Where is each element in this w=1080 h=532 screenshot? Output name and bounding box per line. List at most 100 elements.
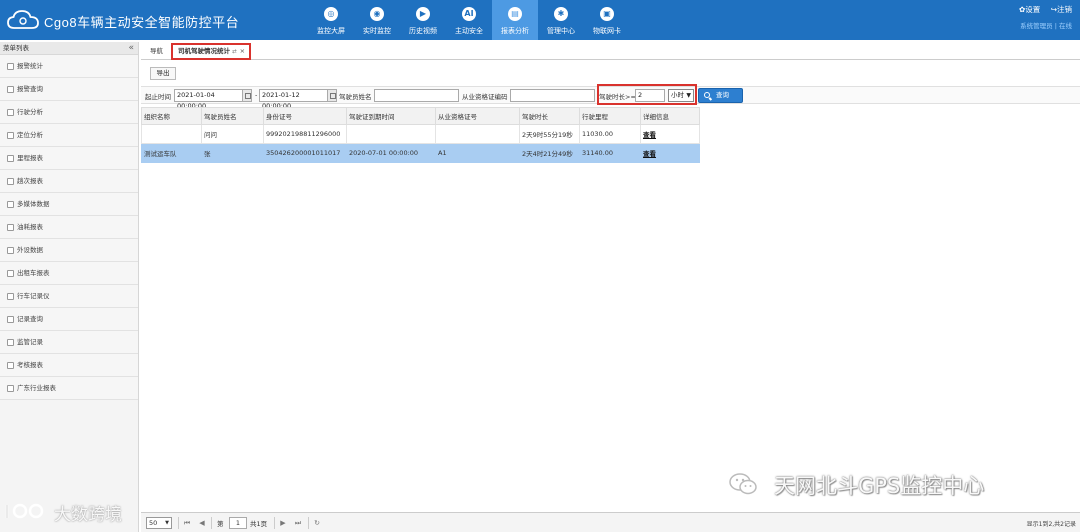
refresh-icon[interactable]: ⇄ xyxy=(232,49,237,55)
calendar-icon[interactable] xyxy=(327,89,337,102)
sidebar-item-location-analysis[interactable]: 定位分析 xyxy=(0,124,138,147)
cell-mileage: 31140.00 xyxy=(579,143,641,163)
sidebar-item-label: 定位分析 xyxy=(17,131,43,139)
export-button[interactable]: 导出 xyxy=(150,67,176,80)
nav-label: 主动安全 xyxy=(455,27,483,35)
tab-driver-stats[interactable]: 司机驾驶情况统计 ⇄ × xyxy=(171,43,252,60)
sidebar-item-guangdong-report[interactable]: 广东行业报表 xyxy=(0,377,138,400)
sidebar-item-multimedia[interactable]: 多媒体数据 xyxy=(0,193,138,216)
qualification-code-label: 从业资格证编码 xyxy=(462,93,508,101)
page-size-select[interactable]: 50 ▼ xyxy=(146,517,172,529)
sidebar-item-alarm-stats[interactable]: 报警统计 xyxy=(0,55,138,78)
nav-active-safety[interactable]: AI 主动安全 xyxy=(446,0,492,40)
play-video-icon: ▶ xyxy=(416,7,430,21)
prev-page-icon[interactable]: ◀ xyxy=(197,517,207,529)
nav-label: 管理中心 xyxy=(547,27,575,35)
nav-monitor-screen[interactable]: ◎ 监控大屏 xyxy=(308,0,354,40)
cell-qualification-no xyxy=(435,124,520,144)
cell-org xyxy=(141,124,202,144)
cell-mileage: 11030.00 xyxy=(579,124,641,144)
page-total: 共1页 xyxy=(250,520,268,528)
user-status[interactable]: 系统管理员 | 在线 xyxy=(1011,20,1072,30)
column-header[interactable]: 详细信息 xyxy=(640,107,700,125)
table-row[interactable]: 问问 999202198811296000 2天9时55分19秒 11030.0… xyxy=(141,124,700,144)
column-header[interactable]: 身份证号 xyxy=(263,107,347,125)
nav-realtime-monitor[interactable]: ◉ 实时监控 xyxy=(354,0,400,40)
last-page-icon[interactable]: ⏭ xyxy=(293,517,303,529)
sidebar-item-label: 行驶分析 xyxy=(17,108,43,116)
report-item-icon xyxy=(7,201,14,208)
table-row-selected[interactable]: 测试运车队 张 350426200001011017 2020-07-01 00… xyxy=(141,143,700,163)
start-time-input[interactable]: 2021-01-04 00:00:00 xyxy=(174,89,243,110)
sidebar-item-dashcam[interactable]: 行车记录仪 xyxy=(0,285,138,308)
next-page-icon[interactable]: ▶ xyxy=(278,517,288,529)
sidebar-item-label: 里程报表 xyxy=(17,154,43,162)
nav-label: 实时监控 xyxy=(363,27,391,35)
sidebar-item-alarm-query[interactable]: 报警查询 xyxy=(0,78,138,101)
tab-navigation[interactable]: 导航 xyxy=(145,45,168,60)
search-icon xyxy=(704,92,710,98)
wechat-icon xyxy=(729,473,757,495)
page-number-input[interactable]: 1 xyxy=(229,517,247,529)
sidebar-item-label: 多媒体数据 xyxy=(17,200,50,208)
sidebar-item-label: 趟次报表 xyxy=(17,177,43,185)
settings-link[interactable]: ✿设置 xyxy=(1019,5,1040,14)
nav-label: 历史视频 xyxy=(409,27,437,35)
record-count-info: 显示1到2,共2记录 xyxy=(1026,521,1076,528)
sidebar-item-trip-report[interactable]: 趟次报表 xyxy=(0,170,138,193)
column-header[interactable]: 驾驶证到期时间 xyxy=(346,107,436,125)
header-links: ✿设置 ↪注销 xyxy=(1011,4,1072,15)
query-button[interactable]: 查询 xyxy=(698,88,743,103)
report-chart-icon: ▤ xyxy=(508,7,522,21)
sidebar-item-driving-analysis[interactable]: 行驶分析 xyxy=(0,101,138,124)
first-page-icon[interactable]: ⏮ xyxy=(182,517,192,529)
ai-shield-icon: AI xyxy=(462,7,476,21)
sidebar-item-peripheral-data[interactable]: 外设数据 xyxy=(0,239,138,262)
report-item-icon xyxy=(7,247,14,254)
nav-management-center[interactable]: ✱ 管理中心 xyxy=(538,0,584,40)
cell-id-number: 999202198811296000 xyxy=(263,124,347,144)
driver-name-label: 驾驶员姓名 xyxy=(339,93,372,101)
sidebar-item-assessment-report[interactable]: 考核报表 xyxy=(0,354,138,377)
sidebar-item-label: 出租车报表 xyxy=(17,269,50,277)
sidebar-item-supervision-record[interactable]: 监管记录 xyxy=(0,331,138,354)
time-range-label: 起止时间 xyxy=(145,93,171,101)
nav-label: 报表分析 xyxy=(501,27,529,35)
nav-iot-card[interactable]: ▣ 物联网卡 xyxy=(584,0,630,40)
close-icon[interactable]: × xyxy=(240,47,245,55)
view-details-link[interactable]: 查看 xyxy=(643,131,656,139)
nav-report-analysis[interactable]: ▤ 报表分析 xyxy=(492,0,538,40)
nav-history-video[interactable]: ▶ 历史视频 xyxy=(400,0,446,40)
column-header[interactable]: 驾驶员姓名 xyxy=(201,107,264,125)
cell-driving-duration: 2天9时55分19秒 xyxy=(519,124,580,144)
sidebar: 菜单列表 « 报警统计 报警查询 行驶分析 定位分析 里程报表 趟次报表 多媒体… xyxy=(0,42,139,532)
sidebar-item-taxi-report[interactable]: 出租车报表 xyxy=(0,262,138,285)
sidebar-item-label: 广东行业报表 xyxy=(17,384,56,392)
column-header[interactable]: 从业资格证号 xyxy=(435,107,520,125)
logout-link[interactable]: ↪注销 xyxy=(1051,5,1072,14)
view-details-link[interactable]: 查看 xyxy=(643,150,656,158)
sidebar-item-label: 考核报表 xyxy=(17,361,43,369)
sidebar-item-fuel-report[interactable]: 油耗报表 xyxy=(0,216,138,239)
gear-icon: ✱ xyxy=(554,7,568,21)
column-header[interactable]: 行驶里程 xyxy=(579,107,641,125)
qualification-code-input[interactable] xyxy=(510,89,595,102)
sidebar-item-mileage-report[interactable]: 里程报表 xyxy=(0,147,138,170)
end-time-input[interactable]: 2021-01-12 00:00:00 xyxy=(259,89,328,110)
column-header[interactable]: 驾驶时长 xyxy=(519,107,580,125)
table-header-row: 组织名称 驾驶员姓名 身份证号 驾驶证到期时间 从业资格证号 驾驶时长 行驶里程… xyxy=(141,107,700,125)
location-pin-icon: ◉ xyxy=(370,7,384,21)
cell-license-expiry: 2020-07-01 00:00:00 xyxy=(346,143,436,163)
top-header: Cgo8车辆主动安全智能防控平台 ◎ 监控大屏 ◉ 实时监控 ▶ 历史视频 AI… xyxy=(0,0,1080,40)
refresh-icon[interactable]: ↻ xyxy=(312,517,322,529)
sidebar-item-record-query[interactable]: 记录查询 xyxy=(0,308,138,331)
column-header[interactable]: 组织名称 xyxy=(141,107,202,125)
collapse-icon[interactable]: « xyxy=(128,42,134,54)
sidebar-item-label: 监管记录 xyxy=(17,338,43,346)
watermark-right-text: 天网北斗GPS监控中心 xyxy=(774,474,985,498)
app-title: Cgo8车辆主动安全智能防控平台 xyxy=(44,15,240,30)
calendar-icon[interactable] xyxy=(242,89,252,102)
sidebar-header: 菜单列表 « xyxy=(0,42,138,55)
driver-name-input[interactable] xyxy=(374,89,459,102)
duration-highlight-box xyxy=(597,84,697,105)
